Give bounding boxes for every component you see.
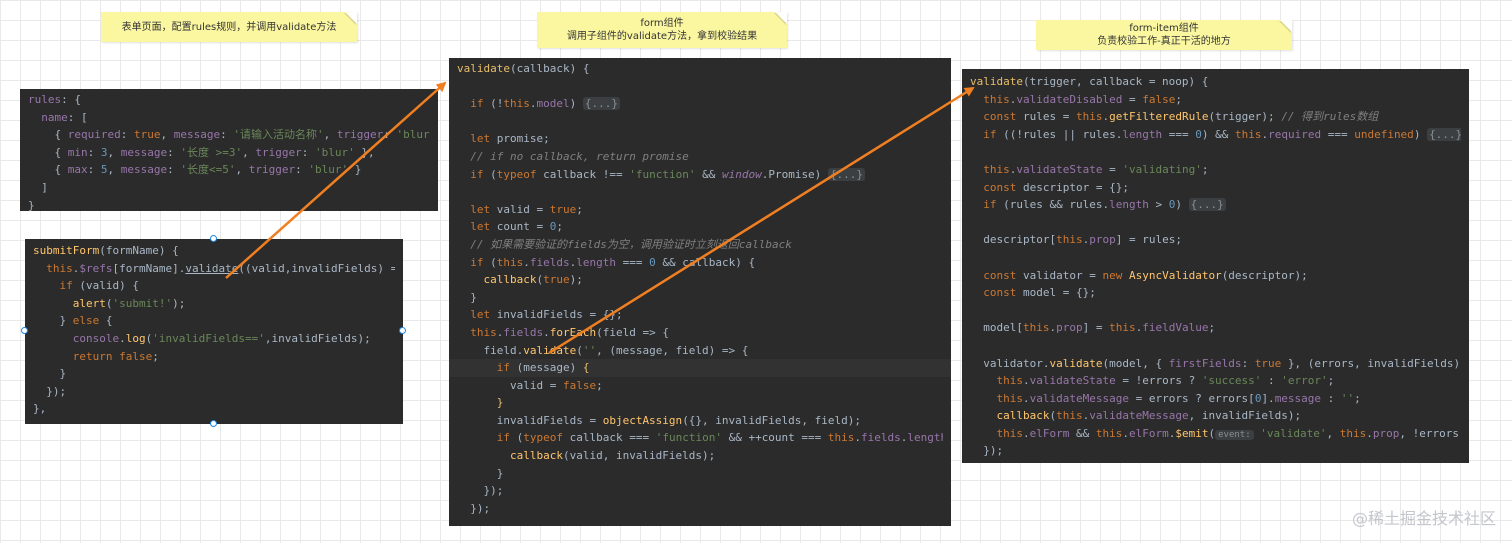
code-line: }	[28, 198, 35, 211]
code-line: this.validateState = !errors ? 'success'…	[996, 374, 1335, 388]
code-line: valid = false;	[457, 378, 603, 392]
code-line: if (valid) {	[59, 279, 139, 293]
code-line: this.fields.forEach(field => {	[470, 325, 669, 339]
selection-handle-left[interactable]	[21, 327, 28, 334]
code-line: });	[33, 384, 67, 398]
code-line: field.validate('', (message, field) => {	[457, 343, 749, 357]
code-line: let count = 0;	[470, 220, 563, 234]
code-block-form-validate: validate(callback) { if (!this.model) {.…	[449, 58, 951, 526]
code-line: console.log('invalidFields==',invalidFie…	[72, 331, 371, 345]
code-line: const descriptor = {};	[983, 180, 1129, 194]
code-line: if ((!rules || rules.length === 0) && th…	[970, 126, 1461, 144]
code-line: callback(this.validateMessage, invalidFi…	[996, 409, 1302, 423]
note-item-title: form-item组件	[1129, 23, 1199, 34]
note-form-desc: 调用子组件的validate方法，拿到校验结果	[566, 31, 758, 42]
watermark: @稀土掘金技术社区	[1351, 509, 1496, 528]
code-line: { max: 5, message: '长度<=5', trigger: 'bl…	[28, 163, 362, 177]
code-block-rules: rules: { name: [ { required: true, messa…	[20, 89, 438, 211]
code-line: if (this.fields.length === 0 && callback…	[470, 255, 756, 269]
note-form-item-component: form-item组件 负责校验工作-真正干活的地方	[1036, 20, 1292, 50]
note-form-title: form组件	[640, 18, 684, 29]
note-form-component: form组件 调用子组件的validate方法，拿到校验结果	[537, 12, 787, 48]
code-line: const model = {};	[983, 286, 1096, 300]
code-line: }	[33, 367, 67, 381]
code-line: if (typeof callback !== 'function' && wi…	[470, 167, 866, 181]
code-line: model[this.prop] = this.fieldValue;	[970, 321, 1216, 335]
code-line: callback(true);	[483, 273, 583, 287]
code-line: let promise;	[470, 132, 550, 146]
note-item-desc: 负责校验工作-真正干活的地方	[1097, 36, 1231, 47]
code-line: }	[457, 290, 477, 304]
code-line: const rules = this.getFilteredRule(trigg…	[983, 110, 1379, 124]
code-line: descriptor[this.prop] = rules;	[970, 233, 1182, 247]
code-line: if (rules && rules.length > 0) {...}	[983, 198, 1226, 212]
code-line: // if no callback, return promise	[470, 149, 689, 163]
code-line: } else {	[33, 314, 113, 328]
code-line: submitForm(formName) {	[33, 244, 179, 257]
code-line: if (message) {	[449, 359, 951, 377]
code-line: name: [	[41, 110, 88, 124]
code-line: });	[970, 444, 1004, 458]
code-line: // 如果需要验证的fields为空，调用验证时立刻返回callback	[470, 237, 792, 251]
code-line: callback(valid, invalidFields);	[509, 449, 716, 463]
selection-handle-top[interactable]	[210, 235, 217, 242]
code-line: }	[496, 396, 504, 410]
code-line: { min: 3, message: '长度 >=3', trigger: 'b…	[28, 145, 375, 159]
code-line: let valid = true;	[470, 202, 583, 216]
note-form-page: 表单页面，配置rules规则，并调用validate方法	[101, 12, 357, 42]
code-line: this.validateDisabled = false;	[983, 92, 1182, 106]
code-line: invalidFields = objectAssign({}, invalid…	[457, 413, 861, 427]
code-line: },	[33, 402, 47, 416]
selection-handle-right[interactable]	[399, 327, 406, 334]
code-line: });	[457, 484, 504, 498]
code-line: rules: {	[28, 93, 81, 106]
code-line: let invalidFields = {};	[470, 308, 623, 322]
code-line: { required: true, message: '请输入活动名称', tr…	[28, 128, 430, 142]
code-line: return false;	[72, 349, 159, 363]
code-line: this.validateMessage = errors ? errors[0…	[996, 391, 1361, 405]
code-line: validate(trigger, callback = noop) {	[970, 75, 1209, 88]
code-line: this.validateState = 'validating';	[983, 162, 1209, 176]
code-line: ]	[28, 180, 48, 194]
code-block-submit-form: submitForm(formName) { this.$refs[formNa…	[25, 239, 403, 424]
code-line: validator.validate(model, { firstFields:…	[970, 356, 1461, 370]
code-line: validate(callback) {	[457, 62, 590, 75]
code-line: if (typeof callback === 'function' && ++…	[496, 431, 943, 445]
note-form-page-text: 表单页面，配置rules规则，并调用validate方法	[121, 21, 337, 33]
code-line: this.$refs[formName].validate((valid,inv…	[46, 261, 395, 275]
selection-handle-bottom[interactable]	[210, 420, 217, 427]
code-line: const validator = new AsyncValidator(des…	[983, 268, 1308, 282]
code-line: alert('submit!');	[72, 296, 186, 310]
code-line: this.elForm && this.elForm.$emit(event: …	[996, 426, 1461, 440]
code-block-form-item-validate: validate(trigger, callback = noop) { thi…	[962, 69, 1469, 463]
code-line: if (!this.model) {...}	[470, 97, 620, 111]
code-line: });	[457, 501, 491, 515]
code-line: }	[457, 466, 504, 480]
